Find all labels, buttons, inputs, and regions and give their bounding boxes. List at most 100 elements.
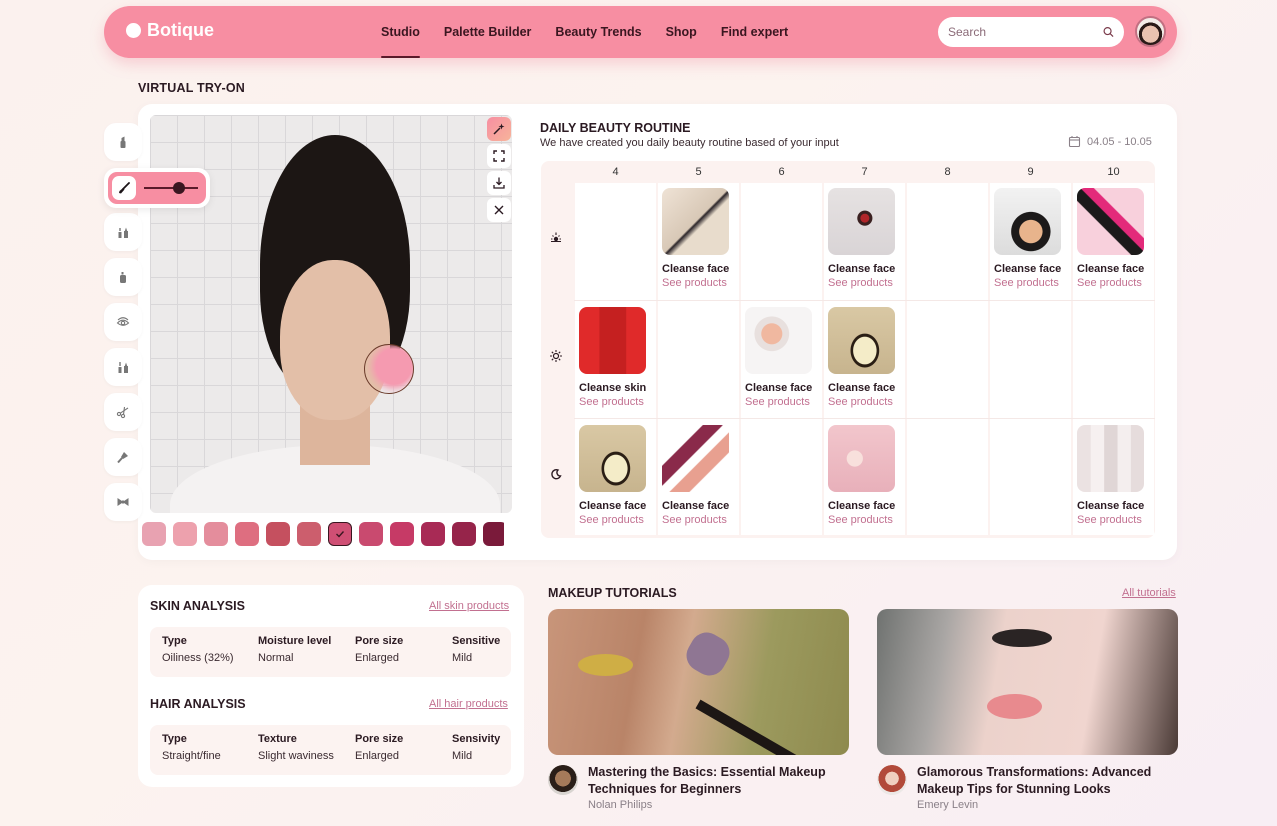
routine-item-label: Cleanse face [1077, 500, 1145, 512]
product-thumbnail[interactable] [1077, 188, 1144, 255]
nav-beauty-trends[interactable]: Beauty Trends [555, 6, 641, 58]
product-thumbnail[interactable] [994, 188, 1061, 255]
sun-icon [549, 349, 563, 363]
search-icon[interactable] [1103, 26, 1114, 38]
tutorial-title[interactable]: Glamorous Transformations: Advanced Make… [917, 764, 1167, 798]
product-thumbnail[interactable] [745, 306, 812, 374]
tool-mascara[interactable] [104, 348, 142, 386]
nav-studio[interactable]: Studio [381, 6, 420, 58]
color-swatch[interactable] [328, 522, 352, 546]
tool-foundation[interactable] [104, 258, 142, 296]
product-thumbnail[interactable] [828, 188, 895, 255]
tutorial-thumbnail[interactable] [548, 609, 849, 755]
color-swatch[interactable] [235, 522, 259, 546]
routine-item[interactable]: Cleanse skin See products [579, 306, 649, 408]
product-thumbnail[interactable] [1077, 425, 1144, 492]
see-products-link[interactable]: See products [828, 277, 898, 289]
nav-shop[interactable]: Shop [666, 6, 697, 58]
color-swatch[interactable] [421, 522, 445, 546]
field-key: Moisture level [258, 635, 332, 647]
tool-eye[interactable] [104, 303, 142, 341]
brand-name: Botique [147, 20, 214, 40]
date-range-picker[interactable]: 04.05 - 10.05 [1068, 135, 1152, 148]
routine-item[interactable]: Cleanse face See products [1077, 188, 1147, 289]
close-button[interactable] [487, 198, 511, 222]
skin-analysis-box: Type Oiliness (32%) Moisture level Normal … [150, 627, 511, 677]
search-input[interactable] [948, 25, 1103, 39]
tool-brush[interactable] [112, 176, 136, 200]
magic-wand-button[interactable] [487, 117, 511, 141]
see-products-link[interactable]: See products [579, 514, 649, 526]
see-products-link[interactable]: See products [1077, 514, 1147, 526]
color-swatch[interactable] [173, 522, 197, 546]
all-tutorials-link[interactable]: All tutorials [1122, 587, 1176, 599]
routine-item[interactable]: Cleanse face See products [1077, 425, 1147, 526]
brush-intensity-slider[interactable] [144, 187, 198, 189]
see-products-link[interactable]: See products [662, 277, 732, 289]
see-products-link[interactable]: See products [1077, 277, 1147, 289]
routine-item[interactable]: Cleanse face See products [994, 188, 1064, 289]
user-avatar[interactable] [1135, 16, 1166, 47]
product-thumbnail[interactable] [828, 306, 895, 374]
nav-find-expert[interactable]: Find expert [721, 6, 788, 58]
see-products-link[interactable]: See products [662, 514, 732, 526]
color-swatch[interactable] [359, 522, 383, 546]
all-hair-products-link[interactable]: All hair products [429, 698, 508, 710]
field-key: Pore size [355, 733, 404, 745]
hairbrush-icon [117, 452, 128, 464]
hair-field: Texture Slight waviness [258, 733, 334, 762]
field-value: Oiliness (32%) [162, 652, 234, 664]
author-avatar[interactable] [548, 765, 578, 795]
product-thumbnail[interactable] [662, 188, 729, 255]
all-skin-products-link[interactable]: All skin products [429, 600, 509, 612]
see-products-link[interactable]: See products [828, 514, 898, 526]
slider-handle[interactable] [172, 182, 185, 194]
color-swatch[interactable] [390, 522, 414, 546]
color-swatch[interactable] [483, 522, 504, 546]
color-swatch[interactable] [452, 522, 476, 546]
download-button[interactable] [487, 171, 511, 195]
tool-bow[interactable] [104, 483, 142, 521]
routine-item[interactable]: Cleanse face See products [828, 188, 898, 289]
day-header: 4 [612, 166, 619, 178]
product-thumbnail[interactable] [579, 306, 646, 374]
see-products-link[interactable]: See products [828, 396, 898, 408]
date-range-text: 04.05 - 10.05 [1087, 135, 1152, 148]
color-swatch[interactable] [297, 522, 321, 546]
close-icon [494, 205, 504, 215]
tool-lipstick[interactable] [104, 123, 142, 161]
product-thumbnail[interactable] [828, 425, 895, 492]
routine-item[interactable]: Cleanse face See products [828, 425, 898, 526]
color-swatch[interactable] [266, 522, 290, 546]
scissors-icon [116, 406, 129, 419]
see-products-link[interactable]: See products [745, 396, 815, 408]
tutorial-thumbnail[interactable] [877, 609, 1178, 755]
see-products-link[interactable]: See products [579, 396, 649, 408]
routine-item[interactable]: Cleanse face See products [828, 306, 898, 408]
search-box [938, 17, 1124, 47]
see-products-link[interactable]: See products [994, 277, 1064, 289]
color-swatch[interactable] [204, 522, 228, 546]
routine-item[interactable]: Cleanse face See products [579, 425, 649, 526]
routine-item[interactable]: Cleanse face See products [745, 306, 815, 408]
nav-palette-builder[interactable]: Palette Builder [444, 6, 532, 58]
eye-icon [116, 317, 130, 326]
tool-scissors[interactable] [104, 393, 142, 431]
author-avatar[interactable] [877, 765, 907, 795]
routine-item[interactable]: Cleanse face See products [662, 188, 732, 289]
product-thumbnail[interactable] [579, 425, 646, 492]
hair-field: Type Straight/fine [162, 733, 221, 762]
download-icon [493, 177, 505, 189]
tool-hairbrush[interactable] [104, 438, 142, 476]
brand-logo[interactable]: Botique [126, 20, 214, 41]
color-swatch[interactable] [142, 522, 166, 546]
routine-item[interactable]: Cleanse face See products [662, 425, 732, 526]
fullscreen-button[interactable] [487, 144, 511, 168]
field-key: Type [162, 733, 187, 745]
skin-field: Type Oiliness (32%) [162, 635, 234, 664]
tool-lip-liner[interactable] [104, 213, 142, 251]
tutorial-title[interactable]: Mastering the Basics: Essential Makeup T… [588, 764, 838, 798]
blush-brush-cursor[interactable] [364, 344, 414, 394]
skin-field: Sensitive Mild [452, 635, 500, 664]
product-thumbnail[interactable] [662, 425, 729, 492]
